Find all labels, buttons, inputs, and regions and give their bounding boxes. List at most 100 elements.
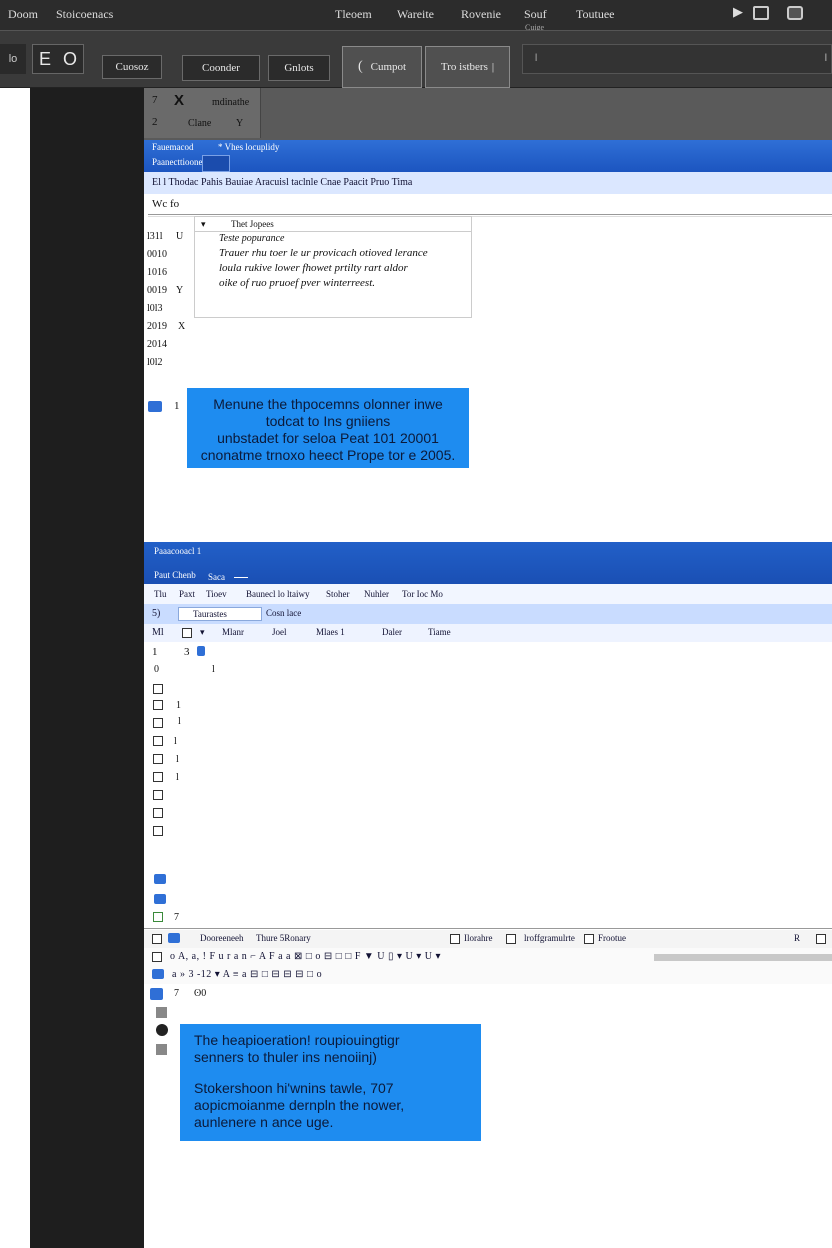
toolbar-left-tab[interactable]: lo [0,44,26,74]
row-checkbox-icon[interactable] [153,826,163,836]
window2-tab-row: 5) Taurastes Cosn lace [144,604,832,625]
left-dark-panel [30,88,144,1248]
window2-title: Paaacooacl 1 [154,546,202,556]
checkbox-icon[interactable] [152,934,162,944]
window2-subtitle: Paut Chenb [154,570,196,580]
expand-arrow-icon[interactable]: ▶ [733,4,743,20]
window2-tool-daler[interactable]: Daler [382,627,402,637]
chevron-down-icon[interactable]: Y [236,118,243,129]
window2-tab-taurastes[interactable]: Taurastes [178,607,262,621]
window2-menu-paxt[interactable]: Paxt [179,589,195,599]
row-checkbox-icon[interactable] [153,754,163,764]
bookmark-icon[interactable] [154,894,166,904]
window3-tool-r[interactable]: R [794,933,800,943]
close-icon[interactable]: X [174,92,184,109]
checkbox-icon[interactable] [450,934,460,944]
checkbox-icon[interactable] [182,628,192,638]
o-button-label: O [62,48,77,69]
window3-toolbar-1: Dooreeneeh Thure 5Ronary Ilorahre lroffg… [144,930,832,949]
window3-tool-lroff[interactable]: lroffgramulrte [524,933,575,943]
left-white-strip [0,88,30,1248]
row-checkbox-icon[interactable] [153,736,163,746]
popup-line-1: Trauer rhu toer le ur provicach otioved … [219,247,428,259]
window3-toolbar-3: a » 3 -12 ▾ A ≡ a ⊟ □ ⊟ ⊟ ⊟ □ o [144,966,832,985]
window2-menu-tioev[interactable]: Tioev [206,589,227,599]
window2-menu-bar: Tlu Paxt Tioev Baunecl lo ltaiwy Stoher … [144,584,832,605]
window2-tab-cosn[interactable]: Cosn lace [266,608,301,618]
row-checkbox-icon[interactable] [153,772,163,782]
window3-toolbar-2: o A, a, ! F u r a n ⌐ A F a a ⊠ □ o ⊟ □ … [144,948,832,967]
window2-menu-stoher[interactable]: Stoher [326,589,350,599]
window2-tool-joel[interactable]: Joel [272,627,287,637]
window3-tool-doo[interactable]: Dooreeneeh [200,933,243,943]
menu-item-tleoem[interactable]: Tleoem [335,7,372,22]
window-icon[interactable] [787,6,803,20]
window3-tool-thure[interactable]: Thure 5Ronary [256,933,311,943]
window3-tool-ilorahre[interactable]: Ilorahre [464,933,492,943]
window1-subtitle: Paanecttioone [152,157,203,167]
toolbar-field[interactable]: l l [522,44,832,74]
row-checkbox-icon[interactable] [153,790,163,800]
style-icon[interactable] [150,988,163,1000]
bullet-icon [156,1024,168,1036]
menu-item-rovenie[interactable]: Rovenie [461,7,501,22]
row-checkbox-icon[interactable] [153,700,163,710]
menu-item-souf[interactable]: Souf [524,7,547,22]
coonder-button[interactable]: Coonder [182,55,260,81]
menu-bar: Doom Stoicoenacs Tleoem Wareite Rovenie … [0,0,832,32]
row-checkbox-icon[interactable] [153,808,163,818]
menu-item-wareite[interactable]: Wareite [397,7,434,22]
window2-menu-nuhler[interactable]: Nuhler [364,589,389,599]
gray-block-icon [156,1044,167,1055]
popup-line-3: oike of ruo pruoef pver winterreest. [219,277,376,289]
window2-tool-mlaes[interactable]: Mlaes 1 [316,627,345,637]
bookmark-icon[interactable] [154,874,166,884]
checkbox-icon[interactable] [506,934,516,944]
window3-callout: The heapioeration! roupiouingtigr senner… [180,1024,481,1141]
window2-document[interactable] [144,642,832,928]
format-icon[interactable] [152,969,164,979]
window1-tab-bar[interactable]: El l Thodac Pahis Bauiae Aracuisl taclnl… [144,172,832,195]
window2-title-bar: Paaacooacl 1 Paut Chenb Saca [144,542,832,584]
comment-icon[interactable] [148,401,162,412]
window1-title-bar: Fauemacod * Vhes locuplidy Paanecttioone [144,140,832,172]
window1-tab-chip[interactable] [202,155,230,172]
top-gray-inner-panel: 7 X mdinathe 2 Clane Y [144,88,261,138]
status-icon[interactable] [153,912,163,922]
popup-chevron-down-icon[interactable]: ▾ [201,217,206,232]
row-checkbox-icon[interactable] [153,684,163,694]
row-checkbox-icon[interactable] [153,718,163,728]
gray-block-icon [156,1007,167,1018]
window2-tool-mlanr[interactable]: Mlanr [222,627,244,637]
window3-scroll-track[interactable] [654,954,832,961]
e-button-label: E [38,48,51,69]
window1-title: Fauemacod [152,142,194,152]
window1-ribbon-divider [148,214,832,215]
menu-item-toutuee[interactable]: Toutuee [576,7,614,22]
window1-callout: Menune the thpocemns olonner inwe todcat… [187,388,469,468]
cuosoz-button[interactable]: Cuosoz [102,55,162,79]
checkbox-icon[interactable] [584,934,594,944]
gnlots-button[interactable]: Gnlots [268,55,330,81]
menu-item-doom[interactable]: Doom [8,7,38,22]
window3-tool-frootue[interactable]: Frootue [598,933,626,943]
document-icon[interactable] [168,933,180,943]
cursor-marker-icon [197,646,205,656]
window2-menu-tlu[interactable]: Tlu [154,589,167,599]
popup-line-2: loula rukive lower fhowet prtilty rart a… [219,262,408,274]
tro-istbers-button[interactable]: Tro istbers | [425,46,510,88]
window2-menu-tor[interactable]: Tor Ioc Mo [402,589,443,599]
window2-tool-tiame[interactable]: Tiame [428,627,451,637]
menu-item-stoicoenacs[interactable]: Stoicoenacs [56,7,113,22]
popup-title: Teste popurance [219,233,285,244]
toolbar-chevron-down-icon[interactable]: ▾ [200,627,205,638]
cumpot-button[interactable]: ( Cumpot [342,46,422,88]
checkbox-icon[interactable] [816,934,826,944]
window2-menu-baunecl[interactable]: Baunecl lo ltaiwy [246,589,309,599]
checkbox-icon[interactable] [152,952,162,962]
toolbar-field-handle-icon: l [824,53,827,64]
monitor-icon[interactable] [753,6,769,20]
window2-subtitle-underline [234,577,248,578]
window1-ribbon-line: Wc fo [152,198,180,210]
e-o-button-group[interactable]: E O [32,44,84,74]
